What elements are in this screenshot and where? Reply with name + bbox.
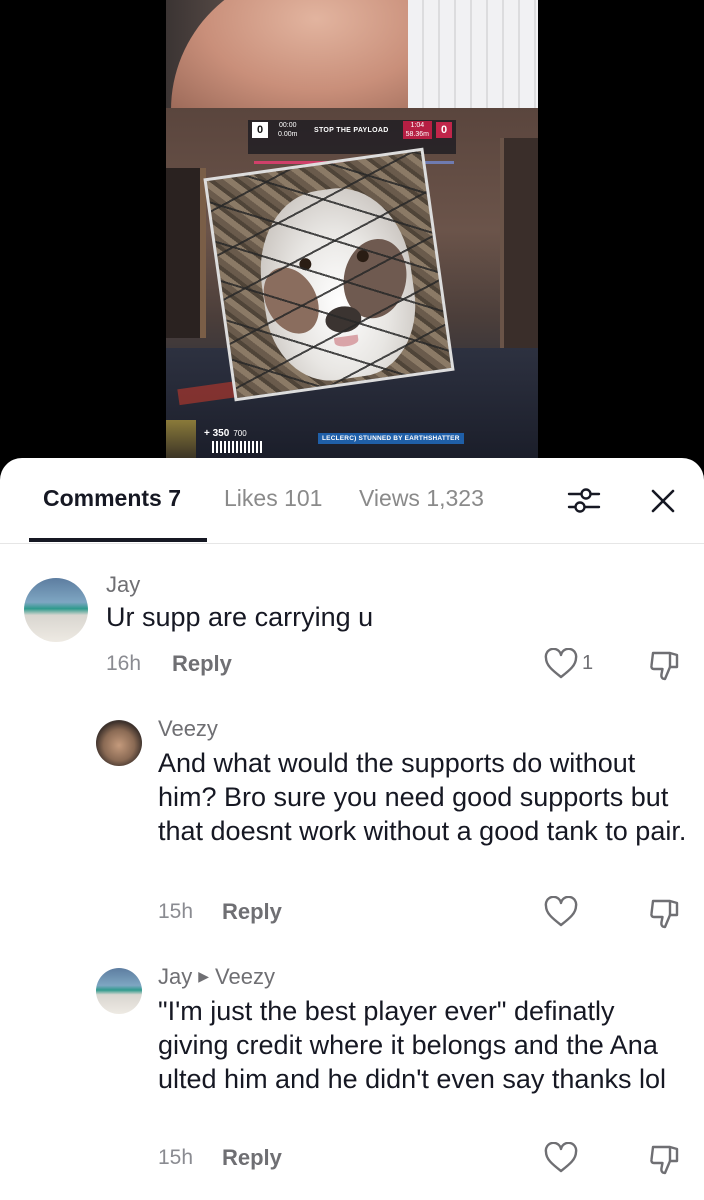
avatar[interactable] (96, 720, 142, 766)
hud-ult-max: 700 (233, 429, 247, 438)
comments-sheet: Comments 7 Likes 101 Views 1,323 Jay Ur … (0, 458, 704, 1200)
filter-button[interactable] (566, 483, 602, 519)
hud-left-distance: 0.00m (278, 131, 298, 138)
hud-right-clock: 1:04 (410, 122, 425, 129)
hud-mode-title: STOP THE PAYLOAD (314, 127, 389, 134)
webcam-overlay (166, 0, 538, 110)
heart-icon (544, 1141, 578, 1173)
reply-button[interactable]: Reply (222, 1145, 282, 1171)
video-frame: 0 00:00 0.00m STOP THE PAYLOAD 1:04 58.3… (166, 0, 538, 458)
goat-image-overlay (203, 147, 455, 402)
dislike-button[interactable] (648, 648, 682, 682)
hero-portrait (166, 420, 196, 458)
hud-ult-charge: + 350 700 (204, 428, 247, 439)
thumbs-down-icon (650, 651, 679, 681)
like-button[interactable] (544, 1141, 578, 1174)
comment-author[interactable]: Jay (106, 572, 140, 598)
dislike-button[interactable] (648, 1142, 682, 1176)
comment-time: 15h (158, 1146, 194, 1169)
tab-views[interactable]: Views 1,323 (359, 485, 484, 512)
hud-health-bars (212, 441, 264, 453)
tab-likes[interactable]: Likes 101 (224, 485, 322, 512)
comment-text: And what would the supports do without h… (158, 748, 687, 846)
like-button[interactable] (544, 647, 578, 680)
heart-icon (544, 895, 578, 927)
tab-bar: Comments 7 Likes 101 Views 1,323 (0, 458, 704, 544)
filter-icon (567, 488, 601, 513)
scene-arch-left (166, 168, 206, 338)
game-hud-objective: 0 00:00 0.00m STOP THE PAYLOAD 1:04 58.3… (248, 120, 456, 154)
reply-to-author[interactable]: Veezy (215, 964, 275, 989)
heart-icon (544, 647, 578, 679)
wire-fence (206, 151, 452, 398)
hud-left-clock: 00:00 (278, 122, 297, 129)
comment-text: "I'm just the best player ever" definatl… (158, 996, 666, 1094)
comment-author-line: Jay ▶ Veezy (158, 964, 275, 990)
hud-ult-value: 350 (212, 428, 230, 439)
active-tab-indicator (29, 538, 207, 542)
reply-arrow-icon: ▶ (198, 968, 210, 984)
close-button[interactable] (646, 484, 680, 518)
close-icon (651, 489, 675, 513)
avatar[interactable] (96, 968, 142, 1014)
video-player[interactable]: 0 00:00 0.00m STOP THE PAYLOAD 1:04 58.3… (0, 0, 704, 470)
comment-time: 15h (158, 900, 194, 923)
avatar[interactable] (24, 578, 88, 642)
thumbs-down-icon (650, 1145, 679, 1175)
tab-comments[interactable]: Comments 7 (43, 485, 181, 512)
hud-right-score: 0 (436, 122, 452, 138)
comment-author[interactable]: Jay (158, 964, 192, 989)
hud-right-distance: 58.36m (405, 131, 429, 138)
scene-pillar-right (500, 138, 538, 378)
reply-button[interactable]: Reply (172, 651, 232, 677)
hud-left-time: 00:00 0.00m (278, 121, 297, 139)
dislike-button[interactable] (648, 896, 682, 930)
reply-button[interactable]: Reply (222, 899, 282, 925)
thumbs-down-icon (650, 899, 679, 929)
comment-time: 16h (106, 652, 142, 675)
like-count: 1 (582, 652, 594, 674)
comment-item: Jay Ur supp are carrying u 16h Reply 1 (0, 558, 704, 688)
comment-text: Ur supp are carrying u (106, 602, 374, 632)
webcam-background (408, 0, 538, 108)
comment-item: Jay ▶ Veezy "I'm just the best player ever… (0, 960, 704, 1190)
hud-kill-feed: LECLERC) STUNNED BY EARTHSHATTER (318, 433, 464, 444)
comment-item: Veezy And what would the supports do wit… (0, 712, 704, 942)
hud-right-time: 1:04 58.36m (402, 121, 432, 139)
hud-left-score: 0 (252, 122, 268, 138)
comment-author[interactable]: Veezy (158, 716, 218, 742)
like-button[interactable] (544, 895, 578, 928)
